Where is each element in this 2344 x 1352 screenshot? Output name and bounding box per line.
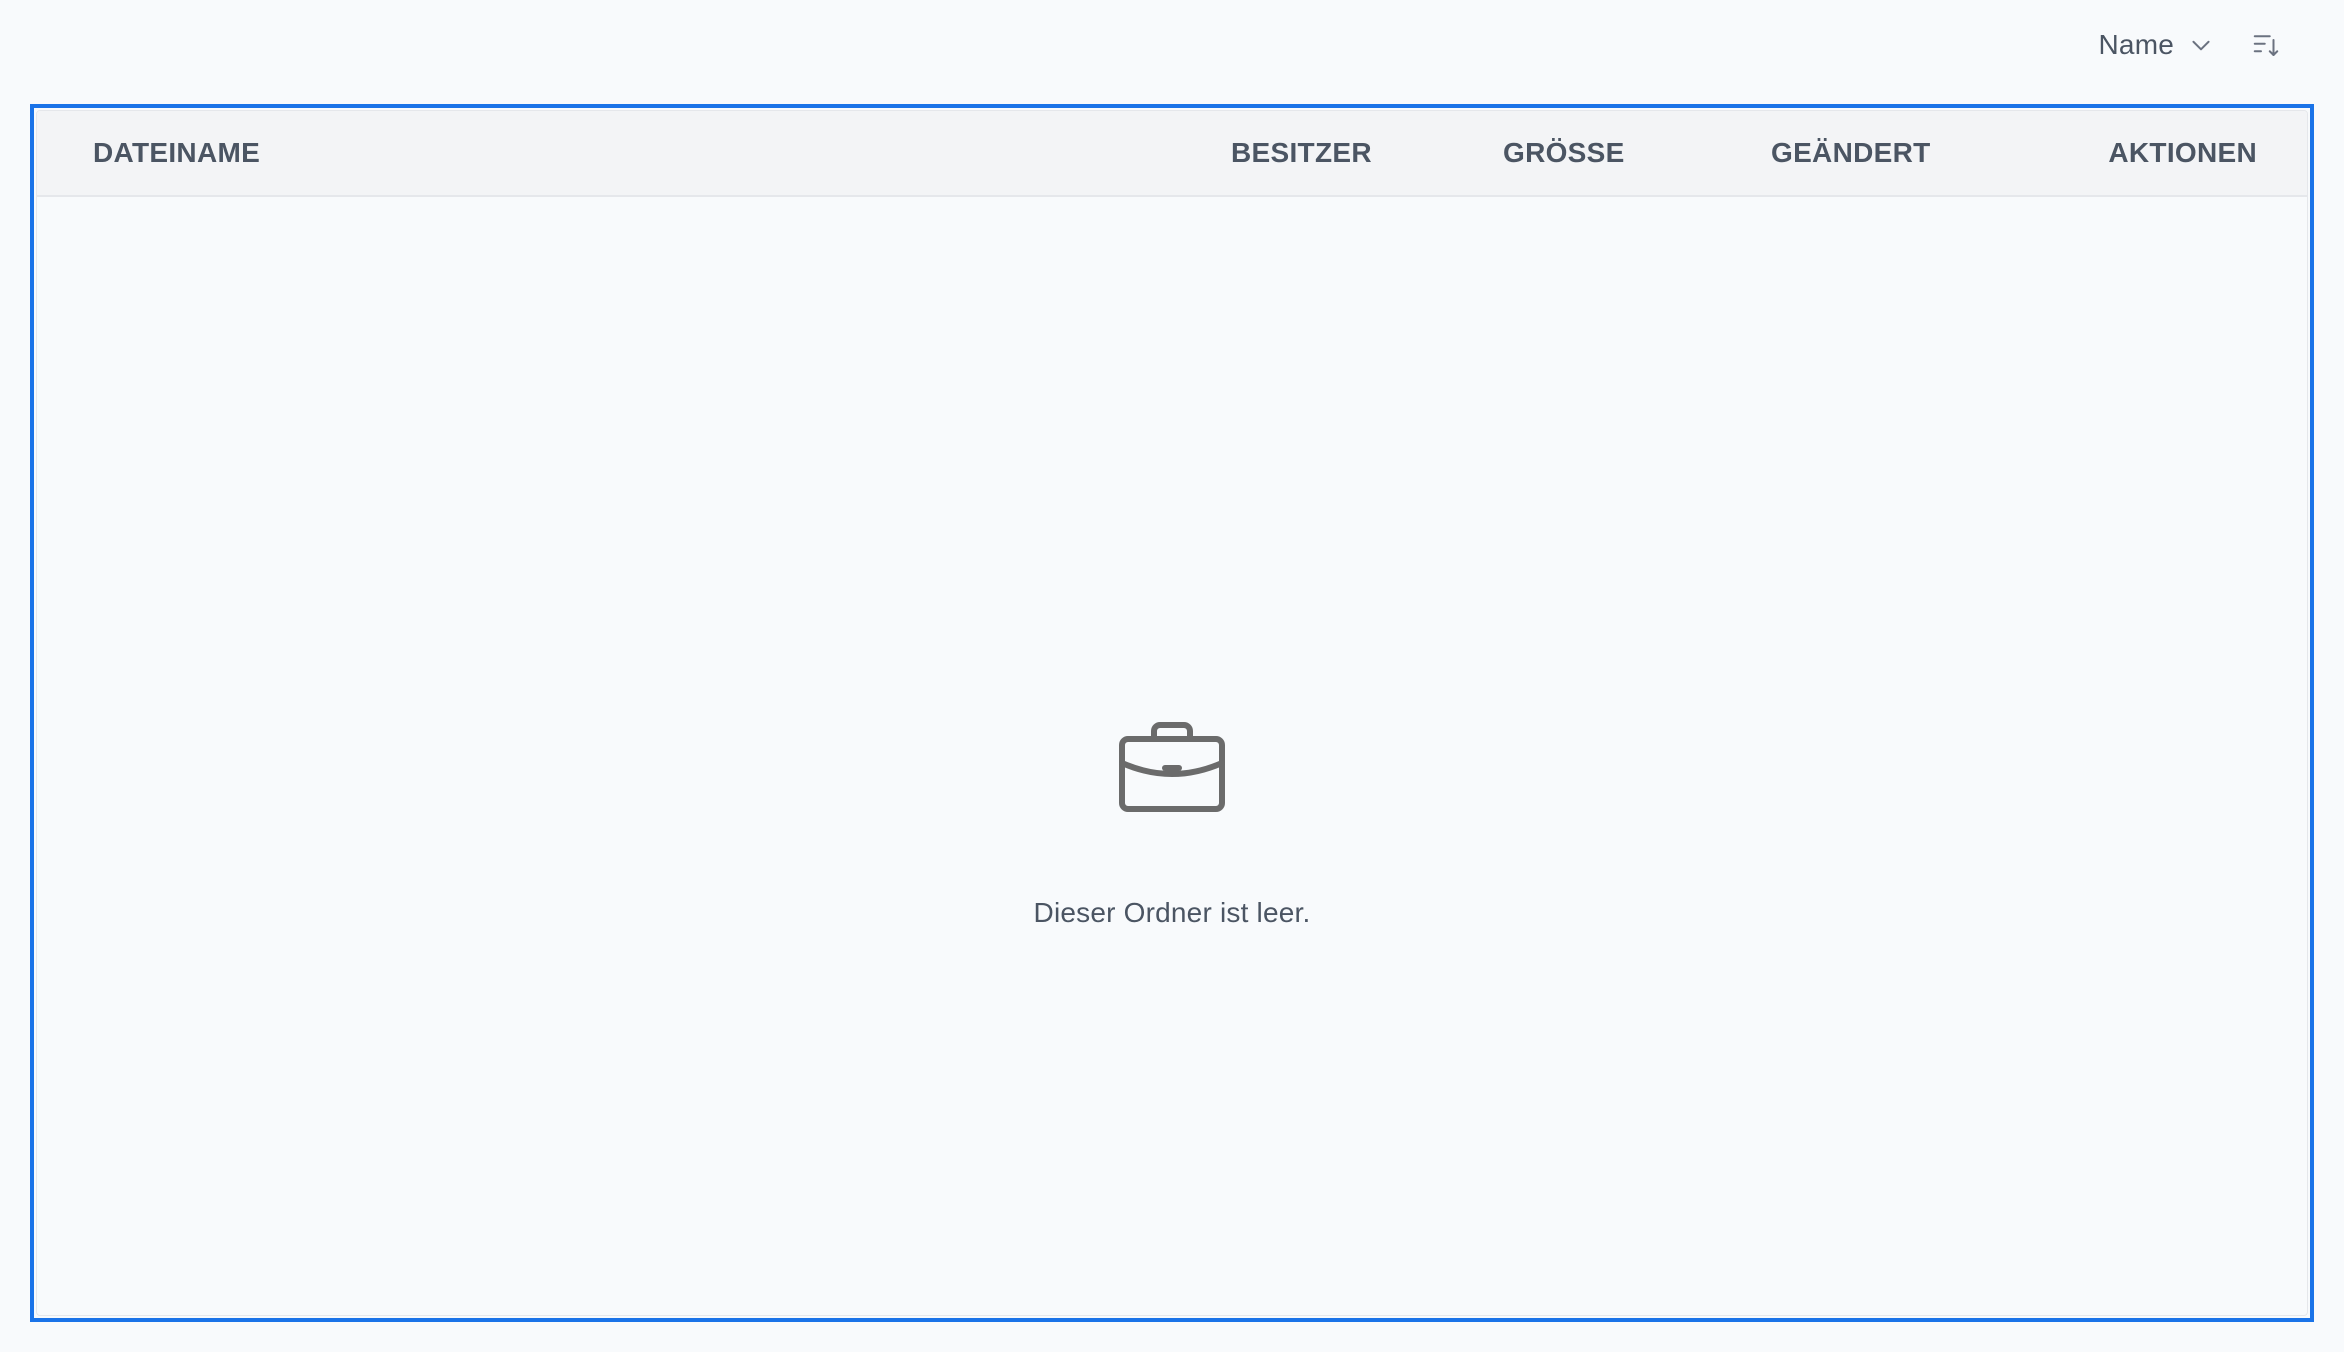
sort-direction-button[interactable] [2248, 27, 2284, 63]
sort-descending-icon [2251, 30, 2281, 60]
column-header-modified[interactable]: GEÄNDERT [1771, 111, 1931, 195]
file-table[interactable]: DATEINAME BESITZER GRÖSSE GEÄNDERT AKTIO… [30, 104, 2314, 1322]
empty-state-message: Dieser Ordner ist leer. [1033, 897, 1311, 928]
column-header-owner[interactable]: BESITZER [1231, 111, 1372, 195]
sort-field-label: Name [2098, 29, 2174, 60]
column-header-filename[interactable]: DATEINAME [93, 111, 260, 195]
table-header: DATEINAME BESITZER GRÖSSE GEÄNDERT AKTIO… [37, 111, 2307, 197]
toolbar: Name [0, 0, 2344, 90]
column-header-actions: AKTIONEN [2108, 137, 2257, 168]
sort-field-dropdown[interactable]: Name [2091, 23, 2223, 67]
file-table-body: DATEINAME BESITZER GRÖSSE GEÄNDERT AKTIO… [36, 110, 2308, 1316]
briefcase-icon [1116, 711, 1228, 823]
column-header-size[interactable]: GRÖSSE [1503, 111, 1625, 195]
chevron-down-icon [2188, 32, 2214, 58]
empty-state: Dieser Ordner ist leer. [37, 197, 2307, 1315]
